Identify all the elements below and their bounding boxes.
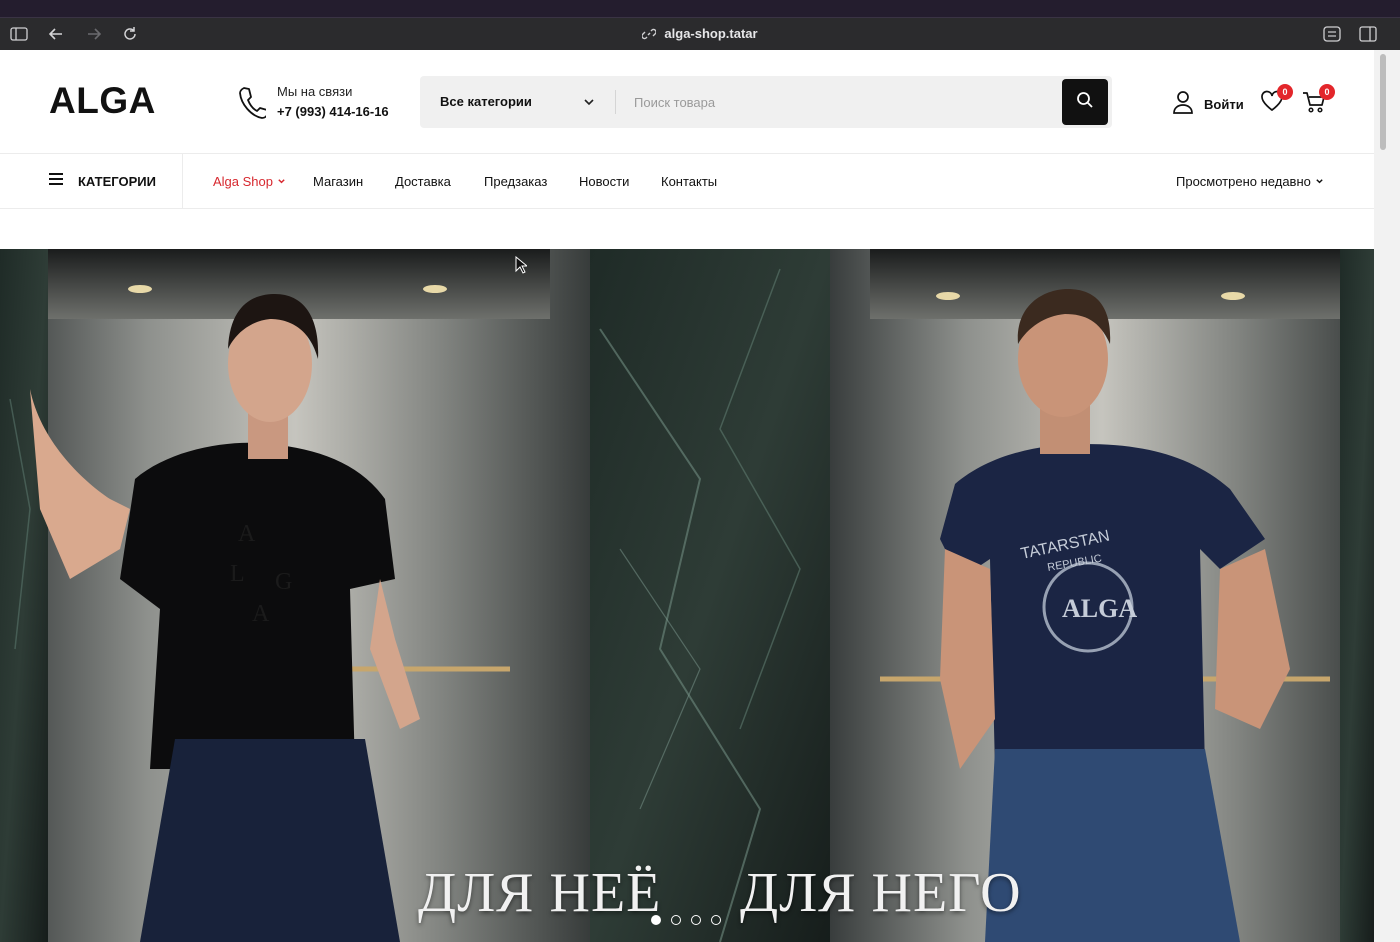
chevron-down-icon <box>277 174 286 189</box>
wishlist-count-badge: 0 <box>1277 84 1293 100</box>
nav-link-shop[interactable]: Магазин <box>313 174 363 189</box>
cart-count-badge: 0 <box>1319 84 1335 100</box>
nav-link-preorder[interactable]: Предзаказ <box>484 174 547 189</box>
cart-button[interactable]: 0 <box>1302 84 1335 119</box>
recently-viewed-label: Просмотрено недавно <box>1176 174 1311 189</box>
nav-link-contacts[interactable]: Контакты <box>661 174 717 189</box>
reader-mode-icon[interactable] <box>1323 25 1341 43</box>
search-button[interactable] <box>1062 79 1108 125</box>
scrollbar-thumb[interactable] <box>1380 54 1386 150</box>
nav-link-alga-shop[interactable]: Alga Shop <box>213 174 286 189</box>
contact-label: Мы на связи <box>277 84 353 99</box>
mouse-cursor-icon <box>515 255 529 279</box>
heart-icon <box>1260 90 1284 116</box>
svg-text:G: G <box>275 569 292 595</box>
wishlist-button[interactable]: 0 <box>1260 84 1293 117</box>
chevron-down-icon[interactable] <box>583 95 595 113</box>
browser-toolbar: alga-shop.tatar <box>0 18 1400 50</box>
window-top-strip <box>0 0 1400 18</box>
login-label: Войти <box>1204 97 1244 112</box>
hero-image: A L G A ALGA TATARSTAN REPUBLIC <box>0 249 1374 942</box>
recently-viewed-dropdown[interactable]: Просмотрено недавно <box>1176 174 1324 189</box>
url-text: alga-shop.tatar <box>664 26 758 41</box>
nav-link-delivery[interactable]: Доставка <box>395 174 451 189</box>
nav-link-news[interactable]: Новости <box>579 174 629 189</box>
phone-icon <box>238 85 268 124</box>
web-page: ALGA Мы на связи +7 (993) 414-16-16 Все … <box>0 50 1374 942</box>
address-bar[interactable]: alga-shop.tatar <box>0 26 1400 44</box>
site-header: ALGA Мы на связи +7 (993) 414-16-16 Все … <box>0 50 1374 154</box>
search-icon <box>1076 91 1094 114</box>
slider-dot-3[interactable] <box>691 915 701 925</box>
contact-phone[interactable]: +7 (993) 414-16-16 <box>277 104 389 119</box>
login-button[interactable]: Войти <box>1172 90 1244 119</box>
nav-link-label: Alga Shop <box>213 174 273 189</box>
slider-dot-1[interactable] <box>651 915 661 925</box>
svg-text:A: A <box>252 601 270 627</box>
categories-menu-button[interactable]: КАТЕГОРИИ <box>48 154 183 209</box>
hero-caption-her[interactable]: ДЛЯ НЕЁ <box>418 861 661 925</box>
search-input[interactable] <box>634 90 1054 114</box>
main-nav: КАТЕГОРИИ Alga Shop Магазин Доставка Пре… <box>0 154 1374 209</box>
link-icon <box>641 27 658 44</box>
categories-label: КАТЕГОРИИ <box>78 174 156 189</box>
page-scrollbar[interactable] <box>1374 50 1400 942</box>
woman-shirt-print: A <box>238 521 256 547</box>
slider-dot-4[interactable] <box>711 915 721 925</box>
split-view-icon[interactable] <box>1359 25 1377 43</box>
user-icon <box>1172 90 1194 119</box>
hero-caption-him[interactable]: ДЛЯ НЕГО <box>740 861 1022 925</box>
chevron-down-icon <box>1315 174 1324 189</box>
man-shirt-logo: ALGA <box>1062 594 1137 623</box>
search-bar: Все категории <box>420 76 1112 128</box>
svg-text:L: L <box>230 561 245 587</box>
site-logo[interactable]: ALGA <box>49 80 156 122</box>
hamburger-icon <box>48 172 64 191</box>
slider-dot-2[interactable] <box>671 915 681 925</box>
slider-pagination <box>651 915 721 925</box>
search-divider <box>615 90 616 114</box>
hero-slider[interactable]: A L G A ALGA TATARSTAN REPUBLIC ДЛЯ НЕЁ … <box>0 249 1374 942</box>
cart-icon <box>1302 92 1326 118</box>
category-select[interactable]: Все категории <box>440 94 532 109</box>
